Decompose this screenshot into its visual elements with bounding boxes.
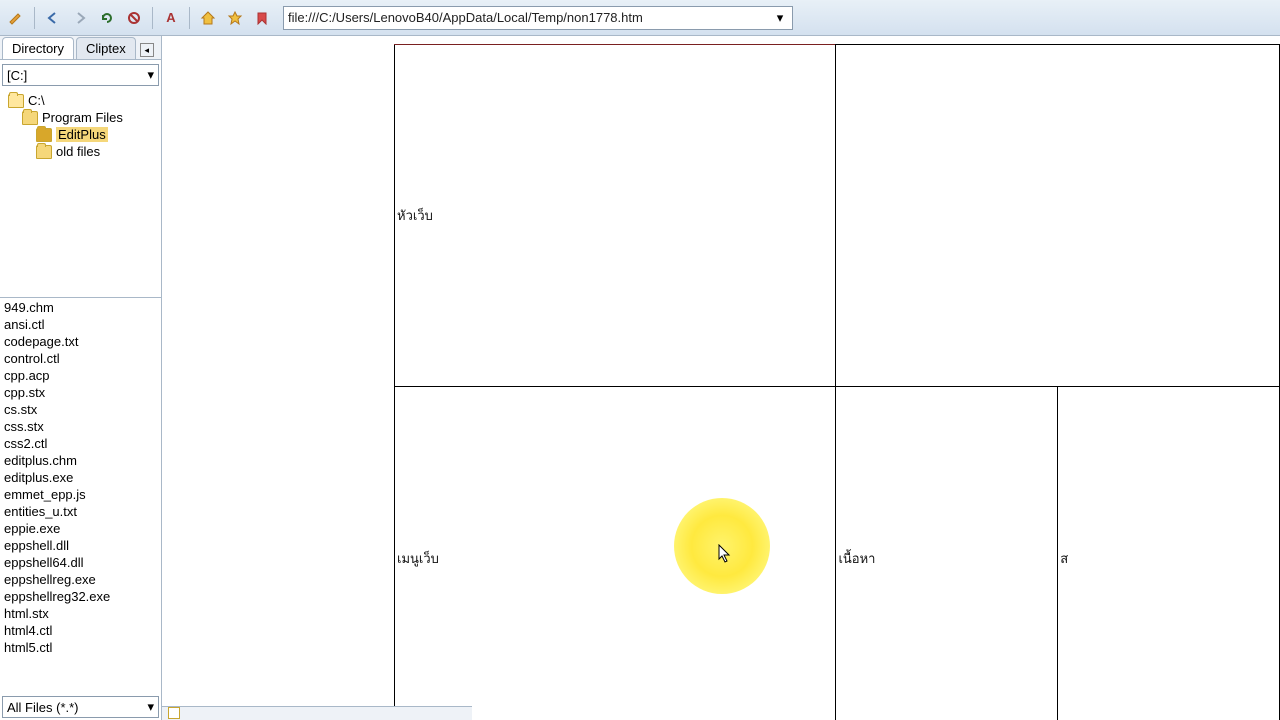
cell-body: เนื้อหา [836,387,1057,720]
file-list[interactable]: 949.chmansi.ctlcodepage.txtcontrol.ctlcp… [0,298,161,694]
folder-icon [22,111,38,125]
file-item[interactable]: 949.chm [2,299,159,316]
chevron-down-icon: ▾ [147,699,154,715]
stop-icon[interactable] [122,6,146,30]
tree-node[interactable]: C:\ [0,92,161,109]
letter-a-icon[interactable]: A [159,6,183,30]
file-item[interactable]: cpp.stx [2,384,159,401]
main-area: Directory Cliptex ◂ [C:] ▾ C:\ Program Fi… [0,36,1280,720]
file-item[interactable]: html.stx [2,605,159,622]
cell-header-right [836,45,1280,387]
file-item[interactable]: eppshellreg.exe [2,571,159,588]
tab-directory[interactable]: Directory [2,37,74,59]
back-icon[interactable] [41,6,65,30]
file-item[interactable]: css.stx [2,418,159,435]
filter-label: All Files (*.*) [7,700,79,715]
file-item[interactable]: html4.ctl [2,622,159,639]
edit-icon[interactable] [4,6,28,30]
star-icon[interactable] [223,6,247,30]
folder-icon [36,145,52,159]
file-item[interactable]: cs.stx [2,401,159,418]
side-tabs: Directory Cliptex ◂ [0,36,161,60]
drive-selector[interactable]: [C:] ▾ [2,64,159,86]
main-toolbar: A file:///C:/Users/LenovoB40/AppData/Loc… [0,0,1280,36]
status-strip [162,706,472,720]
bookmark-icon[interactable] [250,6,274,30]
file-item[interactable]: cpp.acp [2,367,159,384]
folder-tree: C:\ Program Files EditPlus old files [0,90,161,298]
document-icon [168,707,180,719]
tree-node[interactable]: EditPlus [0,126,161,143]
cell-right-extra: ส [1058,387,1279,720]
address-text: file:///C:/Users/LenovoB40/AppData/Local… [288,10,772,25]
file-item[interactable]: eppshellreg32.exe [2,588,159,605]
separator [189,7,190,29]
tree-label: C:\ [28,93,45,108]
file-item[interactable]: control.ctl [2,350,159,367]
folder-icon [36,128,52,142]
separator [34,7,35,29]
tree-label: old files [56,144,100,159]
cell-menu: เมนูเว็บ [395,387,836,720]
refresh-icon[interactable] [95,6,119,30]
file-item[interactable]: css2.ctl [2,435,159,452]
tree-label: EditPlus [56,127,108,142]
folder-icon [8,94,24,108]
tree-label: Program Files [42,110,123,125]
file-item[interactable]: editplus.exe [2,469,159,486]
cell-header: หัวเว็บ [395,45,836,387]
file-item[interactable]: eppshell.dll [2,537,159,554]
chevron-down-icon[interactable]: ▾ [772,10,788,26]
page-table: หัวเว็บ เมนูเว็บ เนื้อหา ส [394,44,1280,720]
file-item[interactable]: eppie.exe [2,520,159,537]
chevron-down-icon: ▾ [147,67,154,83]
tab-cliptext[interactable]: Cliptex [76,37,136,59]
forward-icon[interactable] [68,6,92,30]
file-item[interactable]: editplus.chm [2,452,159,469]
home-icon[interactable] [196,6,220,30]
file-filter[interactable]: All Files (*.*) ▾ [2,696,159,718]
separator [152,7,153,29]
tree-node[interactable]: Program Files [0,109,161,126]
file-item[interactable]: eppshell64.dll [2,554,159,571]
cell-content: เนื้อหา ส [836,387,1280,720]
file-item[interactable]: entities_u.txt [2,503,159,520]
drive-label: [C:] [7,68,27,83]
side-panel: Directory Cliptex ◂ [C:] ▾ C:\ Program Fi… [0,36,162,720]
address-bar[interactable]: file:///C:/Users/LenovoB40/AppData/Local… [283,6,793,30]
tree-node[interactable]: old files [0,143,161,160]
preview-area: หัวเว็บ เมนูเว็บ เนื้อหา ส [162,36,1280,720]
file-item[interactable]: ansi.ctl [2,316,159,333]
file-item[interactable]: emmet_epp.js [2,486,159,503]
file-item[interactable]: codepage.txt [2,333,159,350]
tab-scroll-icon[interactable]: ◂ [140,43,154,57]
file-item[interactable]: html5.ctl [2,639,159,656]
